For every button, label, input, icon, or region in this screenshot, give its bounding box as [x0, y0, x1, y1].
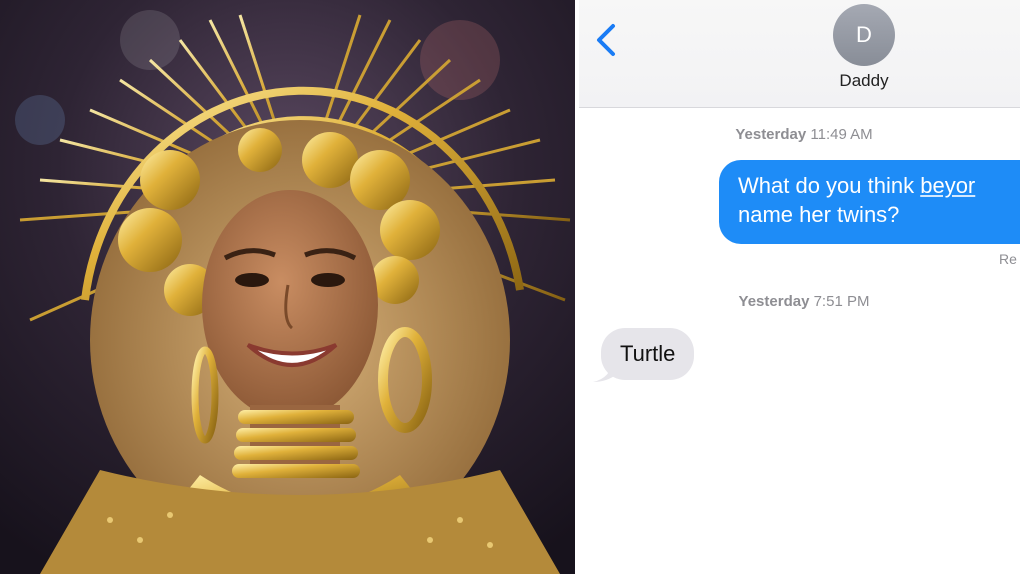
timestamp-day: Yesterday [738, 293, 810, 310]
timestamp-time: 7:51 PM [813, 293, 870, 310]
composite-image: D Daddy Yesterday 11:49 AM What do you t… [0, 0, 1020, 574]
back-button[interactable] [591, 22, 621, 58]
imessage-conversation: D Daddy Yesterday 11:49 AM What do you t… [579, 0, 1020, 574]
message-line-1: What do you think beyor [738, 171, 1020, 200]
contact-name[interactable]: Daddy [779, 71, 949, 91]
message-text-link[interactable]: beyor [920, 173, 975, 198]
contact-avatar[interactable]: D [833, 4, 895, 66]
chevron-left-icon [597, 24, 615, 56]
incoming-message-bubble[interactable]: Turtle [601, 328, 695, 380]
read-receipt: Re [999, 251, 1017, 267]
conversation-header: D Daddy [579, 0, 1020, 108]
message-timestamp: Yesterday 7:51 PM [619, 293, 989, 310]
timestamp-day: Yesterday [735, 126, 807, 143]
message-text-prefix: What do you think [738, 173, 921, 198]
outgoing-message-bubble[interactable]: What do you think beyor name her twins? [719, 160, 1020, 244]
message-line-2: name her twins? [738, 202, 900, 227]
message-timestamp: Yesterday 11:49 AM [619, 126, 989, 143]
timestamp-time: 11:49 AM [810, 126, 873, 143]
celebrity-photo [0, 0, 575, 574]
